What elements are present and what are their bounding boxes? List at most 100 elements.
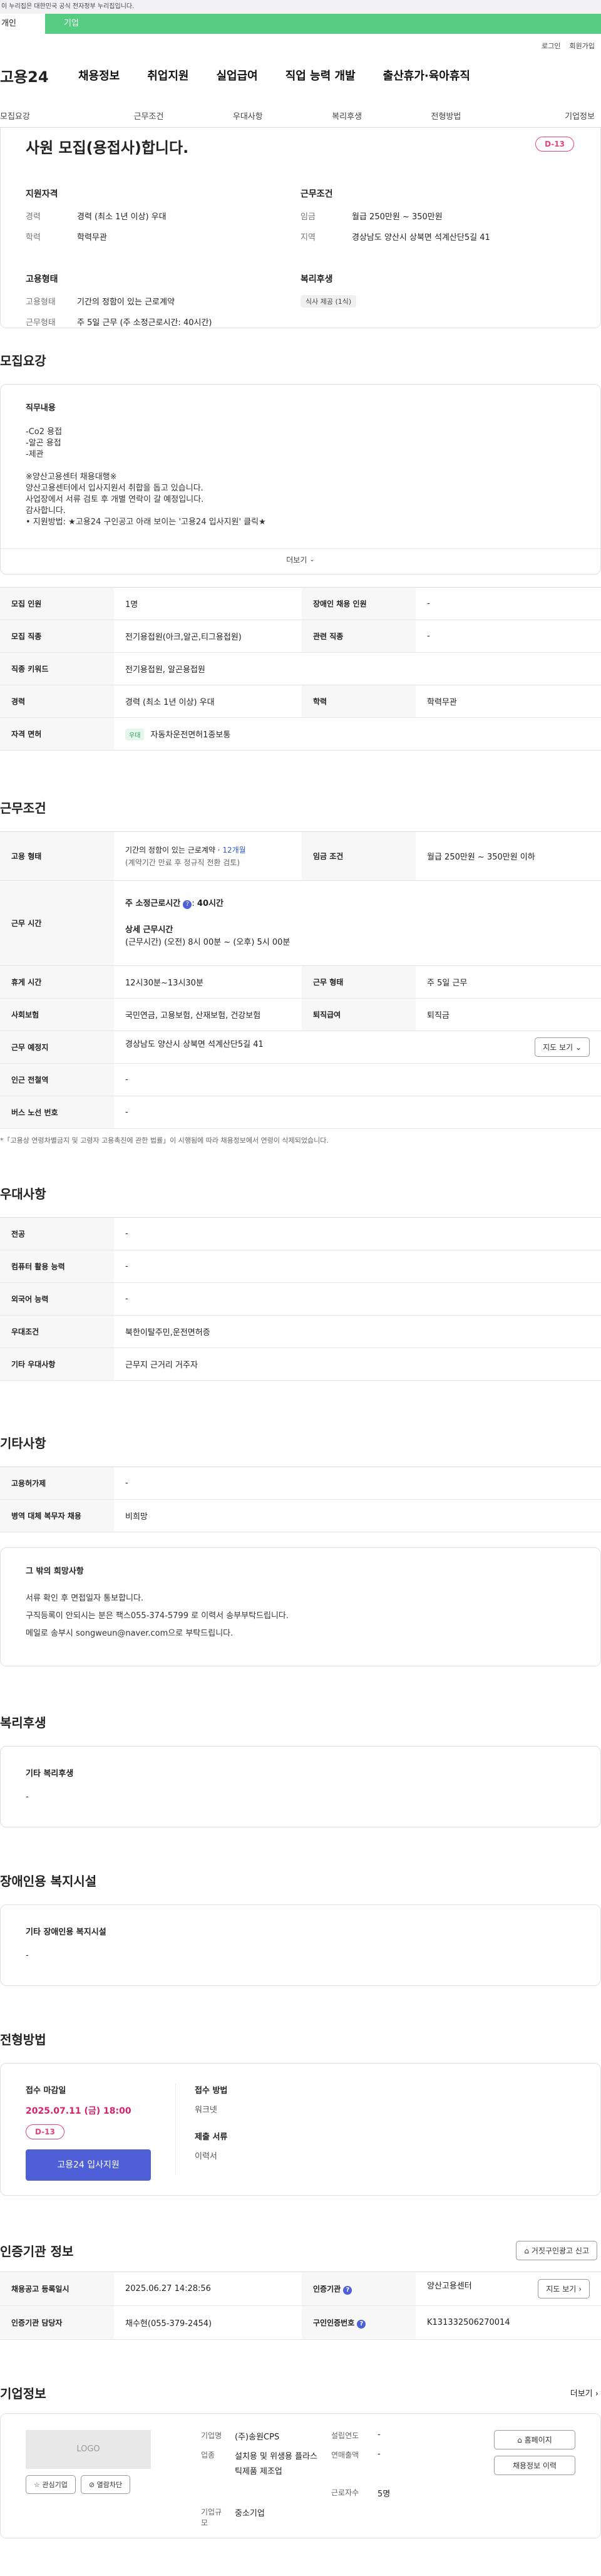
hours-main-value: 40시간 <box>197 898 223 908</box>
table-row: 우대조건 북한이탈주민,운전면허증 <box>0 1315 601 1348</box>
company-logo: LOGO <box>26 2430 151 2469</box>
row-value: 12시30분~13시30분 <box>114 965 302 999</box>
age-note: *「고용상 연령차별금지 및 고령자 고용촉진에 관한 법률」이 시행됨에 따라… <box>0 1136 329 1145</box>
table-row: 인근 전철역 - <box>0 1063 601 1096</box>
process-box: 접수 마감일 2025.07.11 (금) 18:00 D-13 고용24 입사… <box>0 2063 601 2196</box>
row-label: 휴게 시간 <box>0 965 114 999</box>
login-link[interactable]: 로그인 <box>542 41 560 51</box>
table-row: 근무 예정지 경상남도 양산시 상북면 석계산단5길 41 지도 보기 ⌄ <box>0 1031 601 1064</box>
company-details: 기업명 (주)송원CPS 설립연도 - 업종 설치용 및 위생용 플라스틱제품 … <box>201 2430 494 2527</box>
row-label: 근무 시간 <box>0 880 114 966</box>
chevron-down-icon: ⌄ <box>575 1043 582 1052</box>
section-nav-recruit[interactable]: 모집요강 <box>0 110 99 122</box>
tab-personal[interactable]: 개인 <box>0 14 45 34</box>
company-more-label: 더보기 <box>570 2389 593 2399</box>
auth-label: 구인인증번호 <box>313 2318 355 2327</box>
docs-heading: 제출 서류 <box>195 2132 228 2142</box>
row-label: 자격 면허 <box>0 717 114 750</box>
qualification-heading: 지원자격 <box>26 189 58 199</box>
table-row: 휴게 시간 12시30분~13시30분 근무 형태 주 5일 근무 <box>0 965 601 999</box>
homepage-label: 홈페이지 <box>524 2436 552 2444</box>
section-nav-welfare[interactable]: 복리후생 <box>297 110 396 122</box>
table-row: 외국어 능력 - <box>0 1282 601 1316</box>
report-button[interactable]: ⌂ 거짓구인광고 신고 <box>516 2241 597 2260</box>
agency-map-button[interactable]: 지도 보기 › <box>538 2279 590 2298</box>
section-nav-process[interactable]: 전형방법 <box>396 110 495 122</box>
career-value: 경력 (최소 1년 이상) 우대 <box>77 212 167 222</box>
more-label: 더보기 <box>286 556 307 564</box>
site-logo[interactable]: 고용24 <box>0 65 78 86</box>
row-label: 고용 형태 <box>0 831 114 881</box>
apply-button[interactable]: 고용24 입사지원 <box>26 2149 151 2181</box>
gnb-item-jobs[interactable]: 채용정보 <box>78 67 120 83</box>
row-value: 북한이탈주민,운전면허증 <box>114 1315 601 1348</box>
job-title: 사원 모집(용접사)합니다. <box>26 139 189 157</box>
company-name-value: (주)송원CPS <box>235 2433 280 2442</box>
signup-link[interactable]: 회원가입 <box>570 41 595 51</box>
row-label: 직종 키워드 <box>0 652 114 685</box>
work-type-label: 근무형태 <box>26 318 56 328</box>
agency-map-label: 지도 보기 <box>546 2285 577 2293</box>
gnb-item-employment-support[interactable]: 취업지원 <box>147 67 188 83</box>
info-icon[interactable]: ? <box>343 2285 352 2295</box>
row-value: 주 5일 근무 <box>416 965 601 999</box>
dday-badge: D-13 <box>535 137 574 152</box>
row-value: 월급 250만원 ~ 350만원 이하 <box>416 831 601 881</box>
recruit-section: 모집요강 직무내용 -Co2 용접 -알곤 용접 -제관 ※양산고용센터 채용대… <box>0 351 601 750</box>
section-nav-work[interactable]: 근무조건 <box>99 110 198 122</box>
emp-value: 기간의 정함이 있는 근로계약 · <box>125 845 223 854</box>
block-view-button[interactable]: ⊘ 열람차단 <box>80 2475 131 2494</box>
row-value: 2025.06.27 14:28:56 <box>114 2272 302 2306</box>
row-value: 기간의 정함이 있는 근로계약 · 12개월 (계약기간 만료 후 정규직 전환 … <box>114 831 302 881</box>
hours-main-label: 주 소정근로시간 <box>125 898 181 908</box>
job-description-box: 직무내용 -Co2 용접 -알곤 용접 -제관 ※양산고용센터 채용대행※ 양산… <box>0 384 601 574</box>
fav-company-button[interactable]: ☆ 관심기업 <box>26 2475 76 2494</box>
table-row: 사회보험 국민연금, 고용보험, 산재보험, 건강보험 퇴직급여 퇴직금 <box>0 998 601 1031</box>
cert-title: 인증기관 정보 <box>0 2244 74 2259</box>
company-logo-block: LOGO ☆ 관심기업 ⊘ 열람차단 <box>26 2430 201 2521</box>
table-row: 컴퓨터 활용 능력 - <box>0 1250 601 1283</box>
deadline-value: 2025.07.11 (금) 18:00 <box>26 2106 131 2116</box>
industry-value: 설치용 및 위생용 플라스틱제품 제조업 <box>235 2452 317 2476</box>
tab-business[interactable]: 기업 <box>45 14 601 34</box>
gov-banner: 이 누리집은 대한민국 공식 전자정부 누리집입니다. <box>0 0 601 14</box>
career-label: 경력 <box>26 212 41 222</box>
section-nav-company[interactable]: 기업정보 <box>496 110 601 122</box>
pref-table: 전공 - 컴퓨터 활용 능력 - 외국어 능력 - 우대조건 북한이탈주민,운전면허증 … <box>0 1217 601 1381</box>
row-value: - <box>416 620 601 653</box>
map-button-label: 지도 보기 <box>543 1043 573 1052</box>
row-value: 채수현(055-379-2454) <box>114 2305 302 2340</box>
deadline-block: 접수 마감일 2025.07.11 (금) 18:00 D-13 고용24 입사… <box>26 2084 176 2181</box>
more-button[interactable]: 더보기 ⌄ <box>1 548 600 571</box>
table-row: 자격 면허 우대 자동차운전면허1종보통 <box>0 717 601 750</box>
employment-heading: 고용형태 <box>26 274 58 284</box>
sales-value: - <box>378 2449 381 2459</box>
gnb-item-parental-leave[interactable]: 출산휴가·육아휴직 <box>383 67 470 83</box>
agency-label: 인증기관 <box>313 2284 341 2293</box>
row-label: 외국어 능력 <box>0 1282 114 1316</box>
summary-qualification: 지원자격 경력 경력 (최소 1년 이상) 우대 학력 학력무관 <box>26 187 300 251</box>
license-value: 자동차운전면허1종보통 <box>150 730 231 740</box>
row-label: 퇴직급여 <box>302 998 416 1031</box>
row-label: 모집 직종 <box>0 620 114 653</box>
area-value: 경상남도 양산시 상북면 석계산단5길 41 <box>352 233 490 242</box>
table-row: 고용허가제 - <box>0 1467 601 1500</box>
row-value: 비희망 <box>114 1499 601 1532</box>
map-button[interactable]: 지도 보기 ⌄ <box>535 1037 590 1057</box>
row-value: 국민연금, 고용보험, 산재보험, 건강보험 <box>114 998 302 1031</box>
deadline-heading: 접수 마감일 <box>26 2086 66 2096</box>
home-icon: ⌂ <box>524 2246 530 2255</box>
homepage-button[interactable]: ⌂ 홈페이지 <box>494 2430 575 2449</box>
gnb-item-skills-dev[interactable]: 직업 능력 개발 <box>285 67 356 83</box>
job-history-button[interactable]: 채용정보 이력 <box>494 2456 575 2475</box>
gnb-item-unemployment-benefit[interactable]: 실업급여 <box>217 67 258 83</box>
section-nav-pref[interactable]: 우대사항 <box>198 110 297 122</box>
info-icon[interactable]: ? <box>357 2319 366 2329</box>
work-type-value: 주 5일 근무 (주 소정근로시간: 40시간) <box>77 318 212 328</box>
pref-section: 우대사항 전공 - 컴퓨터 활용 능력 - 외국어 능력 - 우대조건 북한이탈주민,운… <box>0 1184 601 1381</box>
company-more-link[interactable]: 더보기 › <box>570 2387 598 2399</box>
job-summary-card: 사원 모집(용접사)합니다. D-13 지원자격 경력 경력 (최소 1년 이상)… <box>0 128 601 328</box>
table-row: 병역 대체 복무자 채용 비희망 <box>0 1499 601 1532</box>
row-label: 장애인 채용 인원 <box>302 587 416 620</box>
chevron-right-icon: › <box>595 2389 598 2399</box>
